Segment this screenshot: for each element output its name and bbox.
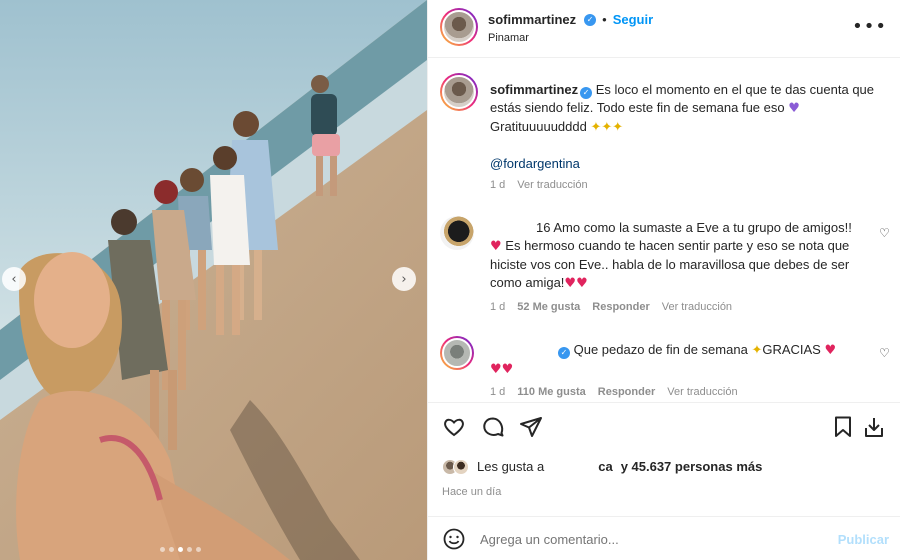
comment-1-reply-button[interactable]: Responder <box>592 301 649 313</box>
chevron-left-icon: ‹ <box>11 271 17 287</box>
hearts-icon <box>490 343 556 358</box>
red-heart-icon: ♥ <box>490 239 502 254</box>
caption-age: 1 d <box>490 179 506 191</box>
next-photo-button[interactable]: › <box>392 267 416 291</box>
purple-heart-icon: ♥ <box>788 101 800 116</box>
carousel-dots <box>160 547 201 552</box>
carousel-dot <box>169 547 174 552</box>
carousel-dot <box>187 547 192 552</box>
emoji-icon[interactable] <box>442 527 466 551</box>
author-avatar[interactable] <box>440 8 478 46</box>
comment-1-like-heart-icon[interactable]: ♡ <box>879 226 890 240</box>
follow-button[interactable]: Seguir <box>613 12 653 27</box>
comment-2-like-heart-icon[interactable]: ♡ <box>879 346 890 360</box>
liker-avatars <box>442 459 469 475</box>
caption-meta: 1 d Ver traducción <box>490 179 588 191</box>
liker-avatar[interactable] <box>453 459 469 475</box>
carousel-dot-active <box>178 547 183 552</box>
comment-1-age: 1 d <box>490 301 506 313</box>
verified-badge-icon: ✓ <box>558 347 570 359</box>
post-side-panel: sofimmartinez ✓ • Seguir Pinamar ••• sof… <box>427 0 900 560</box>
comment-1-translate-link[interactable]: Ver traducción <box>662 301 732 313</box>
comment-2-likes[interactable]: 110 Me gusta <box>517 386 585 398</box>
red-heart-icon: ♥♥ <box>564 276 588 291</box>
author-username[interactable]: sofimmartinez <box>488 12 576 27</box>
comment-avatar[interactable] <box>440 216 474 250</box>
comment-2-meta: 1 d 110 Me gusta Responder Ver traducció… <box>490 386 738 398</box>
comment-2-reply-button[interactable]: Responder <box>598 386 655 398</box>
comment-composer: Publicar <box>428 516 900 560</box>
likes-prefix: Les gusta a <box>477 459 545 474</box>
caption-username[interactable]: sofimmartinez <box>490 82 578 97</box>
post-action-bar <box>428 402 900 454</box>
comment-2-main: Que pedazo de fin de semana <box>573 342 748 357</box>
carousel-dot <box>196 547 201 552</box>
post-location[interactable]: Pinamar <box>488 32 529 44</box>
caption-author-avatar[interactable] <box>440 73 478 111</box>
more-horizontal-icon[interactable]: ••• <box>852 16 887 37</box>
likes-count[interactable]: y 45.637 personas más <box>621 458 763 476</box>
post-header: sofimmartinez ✓ • Seguir Pinamar ••• <box>428 0 900 58</box>
comment-1-likes[interactable]: 52 Me gusta <box>517 301 580 313</box>
sparkles-icon: ✦ <box>751 343 763 358</box>
caption-text-tail: Gratituuuuudddd <box>490 119 587 134</box>
caption-block: sofimmartinez ✓ Es loco el momento en el … <box>490 81 890 137</box>
heart-icon[interactable] <box>442 415 466 439</box>
red-heart-icon: ♥ <box>824 343 837 358</box>
chevron-right-icon: › <box>401 271 407 287</box>
post-photo[interactable]: ‹ › <box>0 0 427 560</box>
comment-1-text: 16 Amo como la sumaste a Eve a tu grupo … <box>490 219 870 293</box>
post-time: Hace un día <box>442 486 502 498</box>
comment-input[interactable] <box>480 527 820 551</box>
comment-1-line3: hiciste vos con Eve.. habla de lo maravi… <box>490 257 850 272</box>
comment-1-meta: 1 d 52 Me gusta Responder Ver traducción <box>490 301 732 313</box>
verified-badge-icon: ✓ <box>584 13 597 26</box>
publish-button[interactable]: Publicar <box>838 532 889 547</box>
caption-mention-link[interactable]: @fordargentina <box>490 155 580 173</box>
instagram-post: ‹ › sofimmartinez ✓ • Seguir Pinamar ••• <box>0 0 900 560</box>
share-icon[interactable] <box>519 415 543 439</box>
download-icon[interactable] <box>862 415 886 439</box>
red-hearts-icon: ♥♥ <box>490 362 514 377</box>
comment-avatar[interactable] <box>440 336 474 370</box>
likes-middle[interactable]: ca <box>552 458 612 476</box>
comment-1-line4: como amiga! <box>490 275 565 290</box>
beach-photo-illustration <box>0 0 427 560</box>
comment-icon[interactable] <box>481 415 505 439</box>
carousel-dot <box>160 547 165 552</box>
comment-2-age: 1 d <box>490 386 506 398</box>
bookmark-icon[interactable] <box>831 415 855 439</box>
comment-2-translate-link[interactable]: Ver traducción <box>667 386 737 398</box>
verified-badge-icon: ✓ <box>580 87 593 99</box>
caption-translate-link[interactable]: Ver traducción <box>517 179 587 191</box>
sparkles-icon: ✦✦✦ <box>590 120 624 135</box>
previous-photo-button[interactable]: ‹ <box>2 267 26 291</box>
comment-1-line2: Es hermoso cuando te hacen sentir parte … <box>505 238 850 253</box>
likes-summary: Les gusta a ca y 45.637 personas más <box>442 458 762 476</box>
separator-dot: • <box>602 12 607 27</box>
comment-1-prefix: 16 <box>536 220 551 235</box>
comment-2-tail: GRACIAS <box>762 342 821 357</box>
comment-1-line1: Amo como la sumaste a Eve a tu grupo de … <box>553 220 852 235</box>
comment-2-text: ✓ Que pedazo de fin de semana ✦GRACIAS ♥… <box>490 341 880 379</box>
